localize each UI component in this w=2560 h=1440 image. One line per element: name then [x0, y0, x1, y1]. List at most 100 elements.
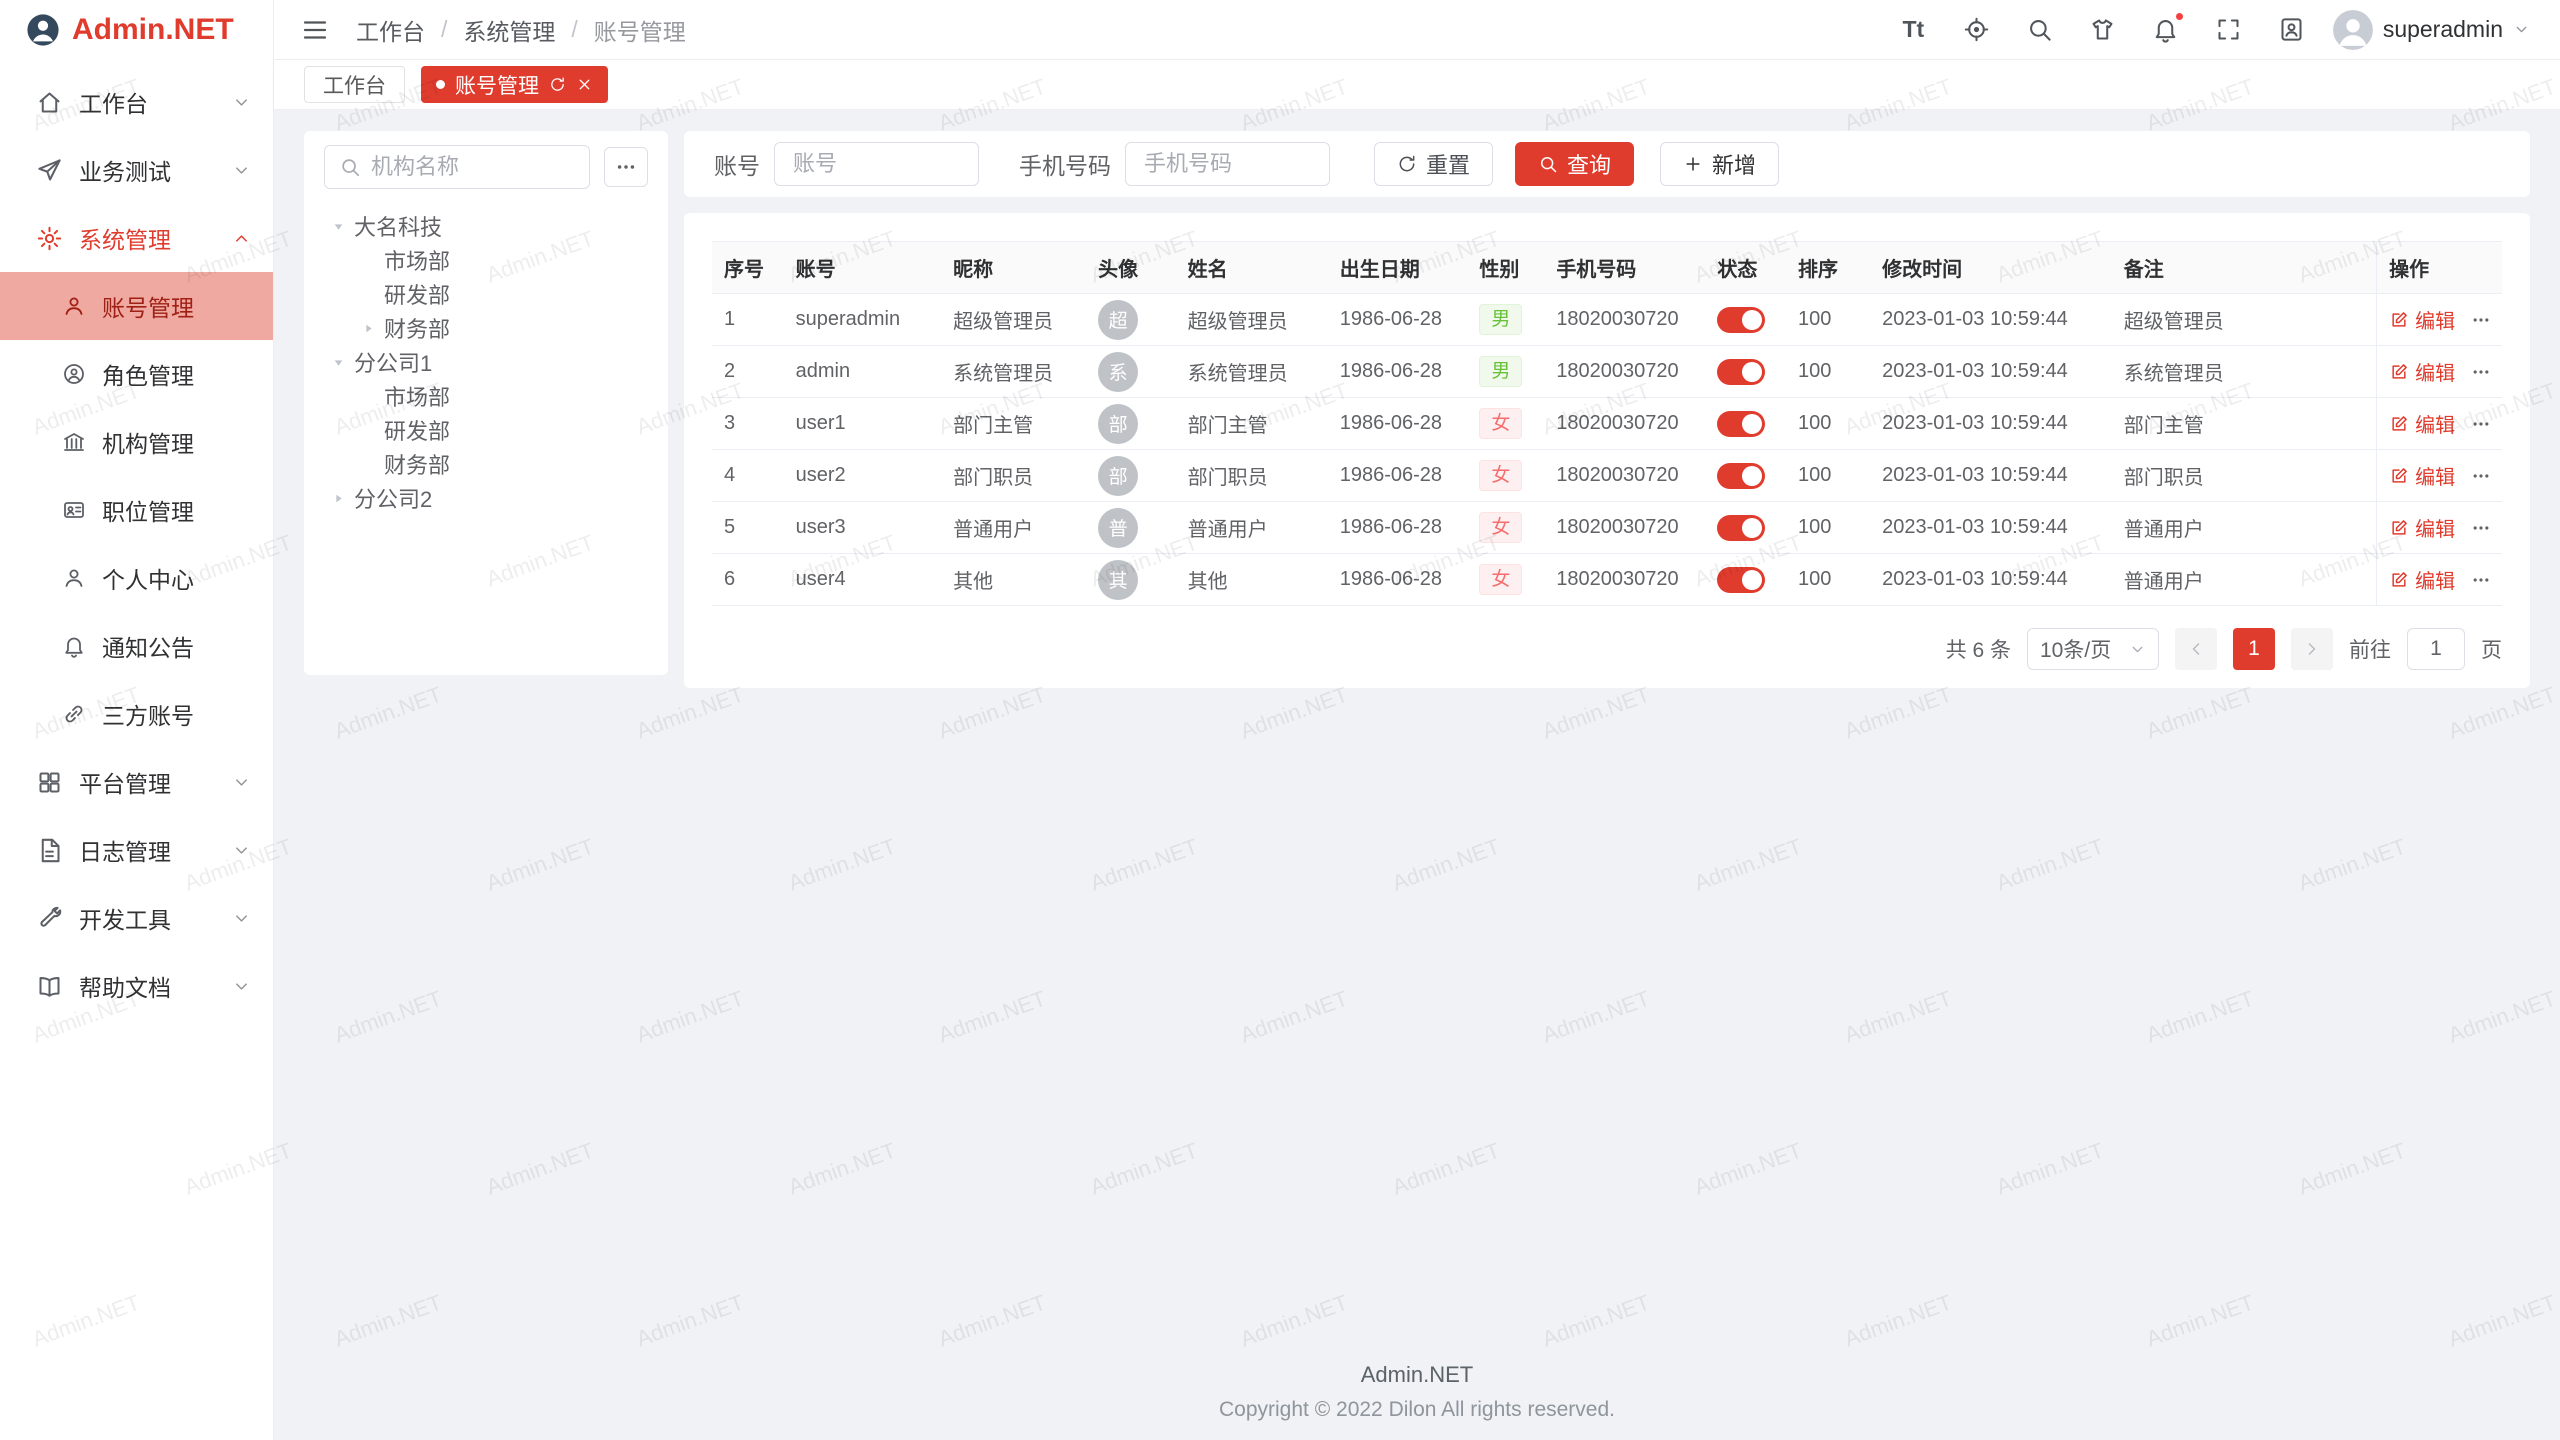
row-more-button[interactable] — [2471, 518, 2491, 538]
table-row: 2admin系统管理员系系统管理员1986-06-28男180200307201… — [712, 346, 2502, 398]
menu-label: 工作台 — [79, 85, 232, 119]
page-number-active[interactable]: 1 — [2233, 628, 2275, 670]
edit-button[interactable]: 编辑 — [2389, 565, 2455, 594]
sidebar-item-role-management[interactable]: 角色管理 — [0, 340, 273, 408]
account-label: 账号 — [714, 147, 760, 181]
search-icon[interactable] — [2026, 16, 2053, 43]
tree-node[interactable]: 研发部 — [324, 413, 648, 447]
org-search-input[interactable] — [371, 154, 575, 180]
cell-gender: 女 — [1467, 398, 1544, 450]
sidebar-item-help-docs[interactable]: 帮助文档 — [0, 952, 273, 1020]
sidebar-item-org-management[interactable]: 机构管理 — [0, 408, 273, 476]
status-toggle[interactable] — [1717, 411, 1765, 437]
reset-button[interactable]: 重置 — [1374, 142, 1493, 186]
cell-modified: 2023-01-03 10:59:44 — [1870, 450, 2112, 502]
caret-right-icon[interactable] — [360, 320, 376, 336]
close-icon[interactable] — [576, 76, 593, 93]
add-button[interactable]: 新增 — [1660, 142, 1779, 186]
sidebar-item-account-management[interactable]: 账号管理 — [0, 272, 273, 340]
sidebar-item-log-management[interactable]: 日志管理 — [0, 816, 273, 884]
refresh-icon[interactable] — [549, 76, 566, 93]
status-toggle[interactable] — [1717, 567, 1765, 593]
cell-gender: 女 — [1467, 554, 1544, 606]
edit-button[interactable]: 编辑 — [2389, 513, 2455, 542]
sidebar-item-system-management[interactable]: 系统管理 — [0, 204, 273, 272]
menu-label: 通知公告 — [102, 629, 194, 663]
edit-button[interactable]: 编辑 — [2389, 461, 2455, 490]
tree-node[interactable]: 分公司2 — [324, 481, 648, 515]
tree-node[interactable]: 分公司1 — [324, 345, 648, 379]
status-toggle[interactable] — [1717, 307, 1765, 333]
brand[interactable]: Admin.NET — [0, 0, 273, 60]
row-more-button[interactable] — [2471, 310, 2491, 330]
status-toggle[interactable] — [1717, 463, 1765, 489]
sidebar-item-notice-announcement[interactable]: 通知公告 — [0, 612, 273, 680]
caret-down-icon[interactable] — [330, 218, 346, 234]
breadcrumb-item[interactable]: 系统管理 — [463, 13, 555, 47]
hamburger-icon[interactable] — [300, 15, 330, 45]
phone-query-group: 手机号码 — [1019, 142, 1330, 186]
sidebar-item-business-test[interactable]: 业务测试 — [0, 136, 273, 204]
goto-page-input[interactable] — [2407, 628, 2465, 670]
breadcrumb-item[interactable]: 账号管理 — [594, 13, 686, 47]
sidebar-item-position-management[interactable]: 职位管理 — [0, 476, 273, 544]
org-search-row — [324, 145, 648, 189]
column-header: 昵称 — [941, 242, 1086, 294]
prev-page-button[interactable] — [2175, 628, 2217, 670]
caret-down-icon[interactable] — [330, 354, 346, 370]
user-menu[interactable]: superadmin — [2333, 10, 2530, 50]
sidebar: Admin.NET 工作台业务测试系统管理账号管理角色管理机构管理职位管理个人中… — [0, 0, 274, 1440]
locate-icon[interactable] — [1963, 16, 1990, 43]
edit-button[interactable]: 编辑 — [2389, 409, 2455, 438]
row-more-button[interactable] — [2471, 466, 2491, 486]
tree-node[interactable]: 财务部 — [324, 447, 648, 481]
profile-icon[interactable] — [2278, 16, 2305, 43]
search-button[interactable]: 查询 — [1515, 142, 1634, 186]
sidebar-item-platform-management[interactable]: 平台管理 — [0, 748, 273, 816]
account-input[interactable] — [774, 142, 979, 186]
edit-icon — [2389, 414, 2409, 434]
status-toggle[interactable] — [1717, 515, 1765, 541]
cell-gender: 男 — [1467, 294, 1544, 346]
page-size-select[interactable]: 10条/页 — [2027, 628, 2159, 670]
breadcrumb-item[interactable]: 工作台 — [356, 13, 425, 47]
more-icon — [615, 156, 637, 178]
status-toggle[interactable] — [1717, 359, 1765, 385]
sidebar-item-workbench[interactable]: 工作台 — [0, 68, 273, 136]
notification-bell-icon[interactable] — [2152, 16, 2179, 43]
menu-label: 个人中心 — [102, 561, 194, 595]
send-icon — [36, 157, 63, 184]
column-header: 姓名 — [1176, 242, 1328, 294]
tab-workbench[interactable]: 工作台 — [304, 66, 405, 103]
org-search-field[interactable] — [324, 145, 590, 189]
cell-name: 普通用户 — [1176, 502, 1328, 554]
theme-icon[interactable] — [2089, 16, 2116, 43]
edit-button[interactable]: 编辑 — [2389, 305, 2455, 334]
row-more-button[interactable] — [2471, 362, 2491, 382]
tree-node[interactable]: 研发部 — [324, 277, 648, 311]
row-more-button[interactable] — [2471, 414, 2491, 434]
phone-input[interactable] — [1125, 142, 1330, 186]
cell-nickname: 其他 — [941, 554, 1086, 606]
tree-node[interactable]: 市场部 — [324, 379, 648, 413]
sidebar-item-dev-tools[interactable]: 开发工具 — [0, 884, 273, 952]
tree-node[interactable]: 财务部 — [324, 311, 648, 345]
tab-account-management[interactable]: 账号管理 — [421, 66, 608, 103]
chevron-up-icon — [232, 229, 251, 248]
sidebar-item-personal-center[interactable]: 个人中心 — [0, 544, 273, 612]
next-page-button[interactable] — [2291, 628, 2333, 670]
footer-copyright: Copyright © 2022 Dilon All rights reserv… — [304, 1398, 2530, 1422]
edit-button[interactable]: 编辑 — [2389, 357, 2455, 386]
tree-node[interactable]: 市场部 — [324, 243, 648, 277]
sidebar-item-third-party-account[interactable]: 三方账号 — [0, 680, 273, 748]
cell-account: superadmin — [784, 294, 942, 346]
main-column: 工作台/系统管理/账号管理 Tt superadmin 工作台账号管理 — [274, 0, 2560, 1440]
cell-account: user1 — [784, 398, 942, 450]
font-size-icon[interactable]: Tt — [1900, 16, 1927, 43]
fullscreen-icon[interactable] — [2215, 16, 2242, 43]
org-more-button[interactable] — [604, 147, 648, 187]
tree-node[interactable]: 大名科技 — [324, 209, 648, 243]
row-more-button[interactable] — [2471, 570, 2491, 590]
caret-right-icon[interactable] — [330, 490, 346, 506]
row-avatar: 超 — [1098, 300, 1138, 340]
